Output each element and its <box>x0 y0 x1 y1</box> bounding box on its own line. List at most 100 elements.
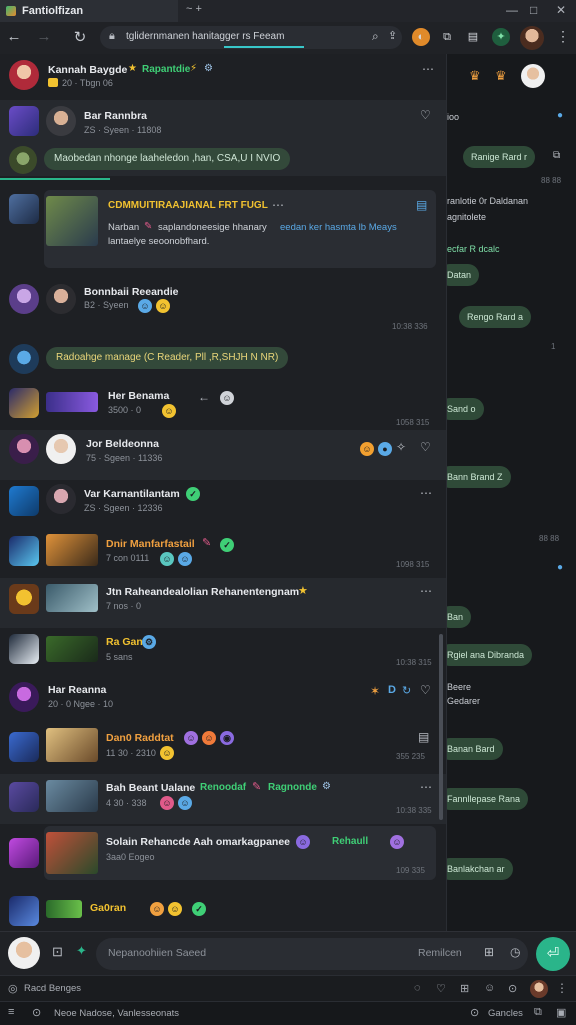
side-conversation-panel[interactable]: ♛ ♛ ioo ● Ranige Rard r ⧉ 88 88 ranlotie… <box>446 54 576 931</box>
new-tab-button[interactable]: ~ + <box>186 3 202 15</box>
sparkle-icon[interactable]: ✶ <box>370 684 380 698</box>
panel-text: Gedarer <box>447 696 481 706</box>
sparkle-icon[interactable]: ✦ <box>76 943 87 959</box>
heart-icon[interactable]: ♡ <box>436 982 446 995</box>
sparkle-icon[interactable]: ✧ <box>396 440 406 454</box>
timestamp: 88 88 <box>539 534 560 543</box>
settings-icon[interactable]: ⊙ <box>32 1006 41 1019</box>
minimize-button[interactable]: — <box>506 3 518 17</box>
timestamp: 1098 315 <box>396 560 430 569</box>
status-text: Racd Benges <box>24 983 82 994</box>
list-item[interactable]: Her Benama 3500 · 0 ☺ ← ☺ 1058 315 <box>0 382 446 432</box>
list-item[interactable]: Har Reanna 20 · 0 Ngee · 10 ✶ D ↻ ♡ <box>0 676 446 724</box>
list-item[interactable]: Dnir Manfarfastail ✎ ✓ 7 con 0111 ☺ ☺ 10… <box>0 530 446 580</box>
list-item[interactable]: Var Karnantilantam ✓ ZS · Sgeen · 12336 … <box>0 480 446 530</box>
extension-star-icon[interactable]: ✦ <box>492 28 510 46</box>
more-options-icon[interactable]: ⋮ <box>556 981 568 995</box>
more-options-icon[interactable]: ⋯ <box>420 780 432 794</box>
mic-icon[interactable]: ◌ <box>414 982 421 994</box>
window-icon[interactable]: ▣ <box>556 1006 566 1019</box>
list-item[interactable]: Solain Rehancde Aah omarkagpanee ☺ Rehau… <box>0 824 446 882</box>
list-item[interactable]: CDMMUITIRAAJIANAL FRT FUGL ⋯ ▤ Narban ✎ … <box>0 184 446 284</box>
gear-icon: ⚙ <box>142 635 156 649</box>
chat-feed[interactable]: Kannah Baygde ★ Rapantdie ⚡︎ ⚙︎ 20 · Tbg… <box>0 54 446 931</box>
grid-icon[interactable]: ⊞ <box>460 982 469 995</box>
more-options-icon[interactable]: ⋯ <box>420 486 432 500</box>
copy-icon[interactable]: ⧉ <box>553 150 560 161</box>
sender-name: Ga0ran <box>90 902 127 914</box>
image-icon[interactable]: ⊞ <box>484 945 494 959</box>
attachment-thumbnail[interactable] <box>46 534 98 566</box>
copy-icon[interactable]: ⧉ <box>534 1006 542 1019</box>
emoji-icon: ☺ <box>296 835 310 849</box>
emoji-icon[interactable]: ☺ <box>484 982 495 994</box>
rich-card[interactable]: CDMMUITIRAAJIANAL FRT FUGL ⋯ ▤ Narban ✎ … <box>44 190 436 268</box>
list-item[interactable]: Bah Beant Ualane Renoodaf ✎ Ragnonde ⚙︎ … <box>0 774 446 824</box>
emoji-icon: ☺ <box>178 552 192 566</box>
gear-icon: ⚙︎ <box>322 781 331 792</box>
user-avatar[interactable] <box>8 937 40 969</box>
attach-icon[interactable]: ⊡ <box>52 944 63 960</box>
list-item[interactable]: Bar Rannbra ZS · Syeen · 11808 ♡ Maobeda… <box>0 100 446 176</box>
scrollbar[interactable] <box>439 634 443 820</box>
menu-lines-icon[interactable]: ▤ <box>418 730 429 744</box>
extension-orange-icon[interactable]: ◐ <box>412 28 430 46</box>
message-input[interactable]: Nepanoohiien Saeed Remilcen ⊞ ◷ <box>96 938 528 970</box>
list-item[interactable]: Dan0 Raddtat ☺ ☺ ◉ 11 30 · 2310 ☺ ▤ 355 … <box>0 724 446 774</box>
browser-tab[interactable]: Fantiolfizan <box>0 0 178 22</box>
avatar[interactable] <box>530 980 548 998</box>
avatar <box>9 434 39 464</box>
profile-avatar[interactable] <box>520 26 544 50</box>
back-button[interactable]: ← <box>4 28 24 45</box>
card-more-icon[interactable]: ⋯ <box>272 198 284 212</box>
avatar <box>9 106 39 136</box>
card-link[interactable]: eedan ker hasmta lb Meays <box>280 222 397 233</box>
list-item[interactable]: Jtn Raheandealolian Rehanentengnam ★ 7 n… <box>0 578 446 628</box>
list-item[interactable]: Kannah Baygde ★ Rapantdie ⚡︎ ⚙︎ 20 · Tbg… <box>0 54 446 100</box>
url-field[interactable]: 🔒︎ tglidernmanen hanitagger rs Feeam ⌕ ⇪ <box>100 26 402 49</box>
card-title: Solain Rehancde Aah omarkagpanee <box>106 836 291 848</box>
attachment-thumbnail[interactable] <box>46 636 98 662</box>
close-window-button[interactable]: ✕ <box>556 3 566 17</box>
attachment-thumbnail[interactable] <box>46 584 98 612</box>
list-item[interactable]: Jor Beldeonna 75 · Sgeen · 11336 ☺ ● ✧ ♡ <box>0 430 446 480</box>
settings-icon[interactable]: ⊙ <box>470 1006 479 1019</box>
maximize-button[interactable]: □ <box>530 3 537 17</box>
react-heart-icon[interactable]: ♡ <box>420 440 431 454</box>
reply-icon[interactable]: ← <box>198 390 210 404</box>
attachment-thumbnail[interactable] <box>46 900 82 918</box>
search-icon[interactable]: ⌕ <box>372 29 379 44</box>
attachment-thumbnail[interactable] <box>46 780 98 812</box>
crown-icon: ♛ <box>469 68 481 83</box>
rich-card[interactable]: Solain Rehancde Aah omarkagpanee ☺ Rehau… <box>44 826 436 880</box>
list-item[interactable]: Ga0ran ☺ ☺ ✓ <box>0 886 446 930</box>
attachment-thumbnail[interactable] <box>46 728 98 762</box>
attachment-thumbnail[interactable] <box>46 392 98 412</box>
menu-icon[interactable]: ≡ <box>8 1006 14 1018</box>
message-meta: 20 · Tbgn 06 <box>62 78 113 88</box>
message-bubble: Fannllepase Rana <box>447 788 529 810</box>
list-item[interactable]: Radoahge manage (C Reader, Pll ,R,SHJH N… <box>0 342 446 382</box>
menu-icon[interactable]: ⋮ <box>556 28 570 45</box>
more-options-icon[interactable]: ⋯ <box>420 584 432 598</box>
react-heart-icon[interactable]: ♡ <box>420 108 431 122</box>
card-menu-icon[interactable]: ▤ <box>416 198 427 212</box>
verified-icon: ✓ <box>220 538 234 552</box>
list-item[interactable]: Ra Gan ⚙ 5 sans 10:38 315 <box>0 628 446 676</box>
extension-puzzle-icon[interactable]: ⧉ <box>438 28 456 46</box>
share-icon[interactable]: ⇪ <box>388 29 397 42</box>
reload-button[interactable]: ↻ <box>70 28 90 46</box>
send-button[interactable]: ⏎ <box>536 937 570 971</box>
reader-icon[interactable]: ▤ <box>464 28 482 46</box>
list-item[interactable]: Bonnbaii Reeandie B2 · Syeen ☺ ☺ 10:38 3… <box>0 282 446 342</box>
clock-icon[interactable]: ◷ <box>510 945 520 959</box>
forward-button[interactable]: → <box>34 28 54 45</box>
react-heart-icon[interactable]: ♡ <box>420 683 431 697</box>
settings-icon[interactable]: ⊙ <box>508 982 517 995</box>
more-options-icon[interactable]: ⋯ <box>422 62 434 76</box>
message-bubble: Ranige Rard r <box>463 146 536 168</box>
sender-name: Kannah Baygde <box>48 64 128 76</box>
timestamp: 10:38 335 <box>396 806 432 815</box>
refresh-icon[interactable]: ↻ <box>402 684 411 697</box>
message-bubble: Bann Brand Z <box>447 466 511 488</box>
